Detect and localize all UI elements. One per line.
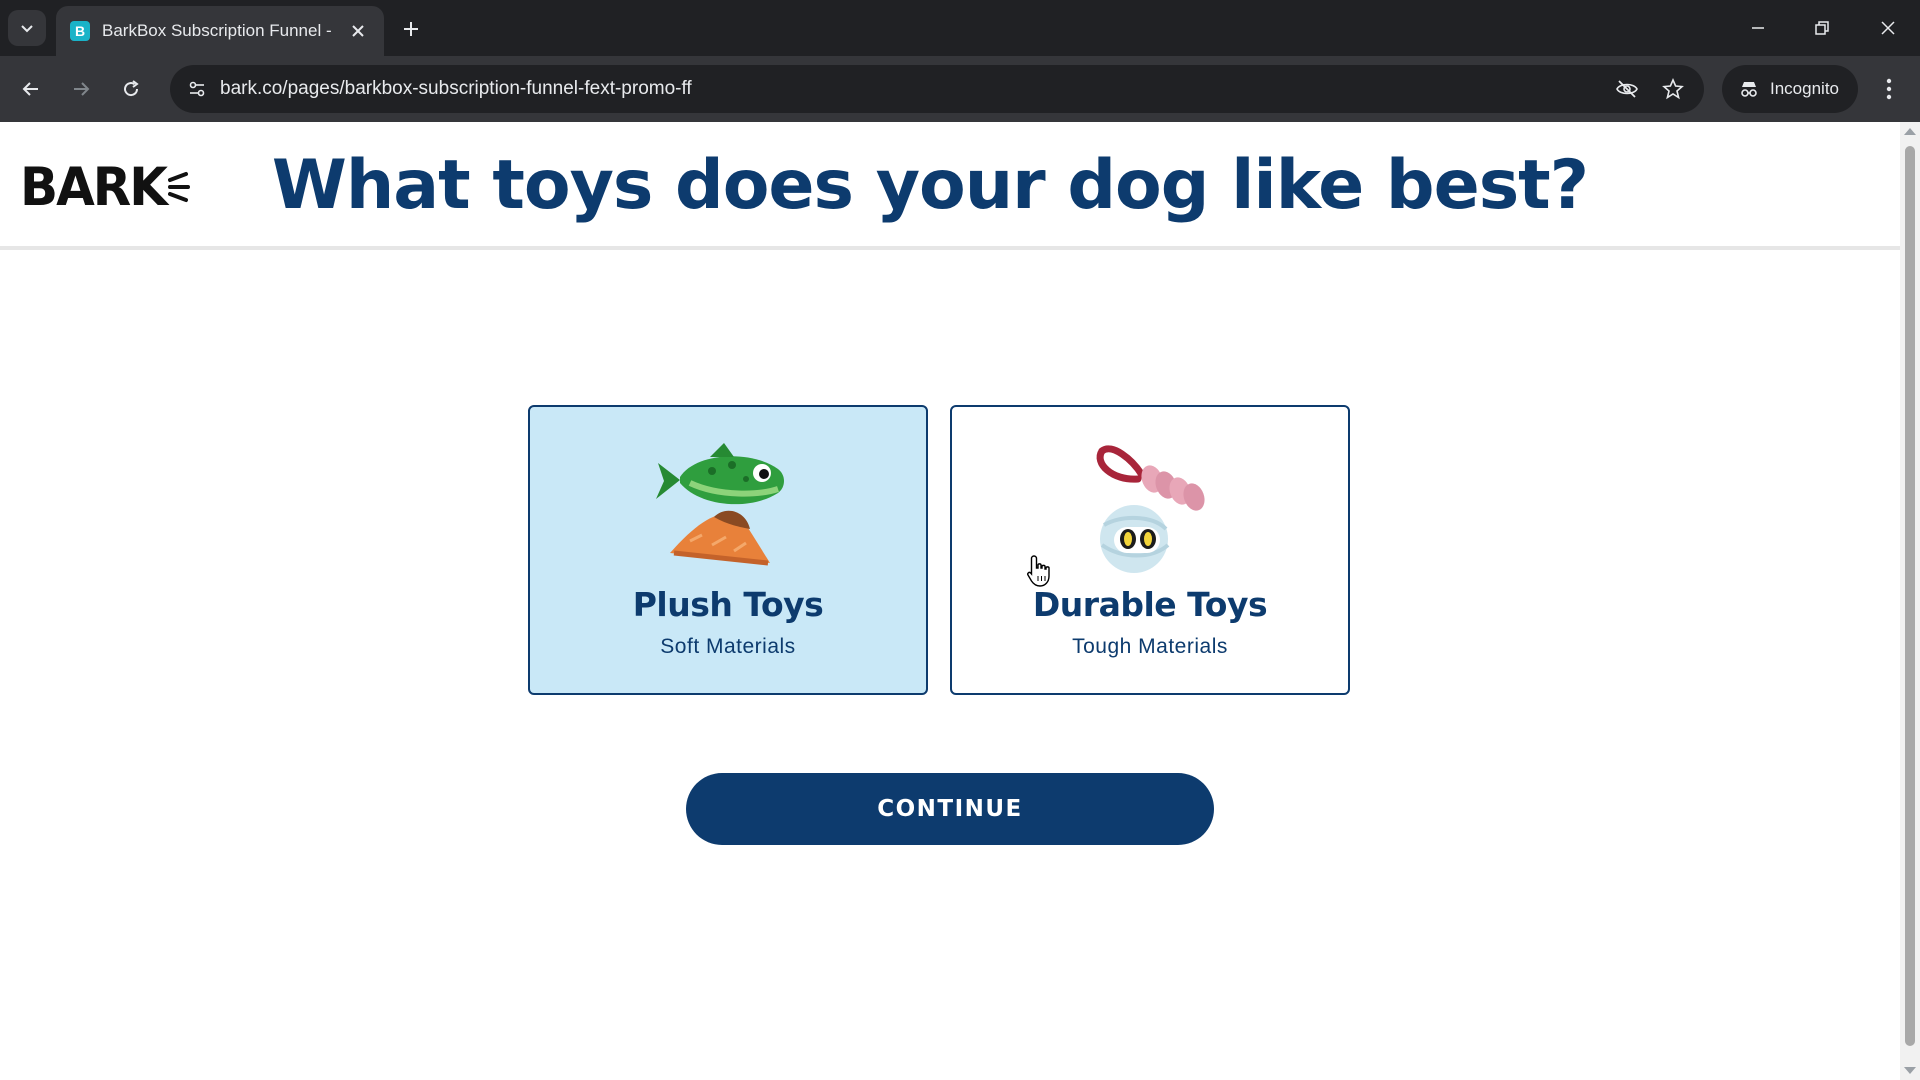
tab-search-button[interactable] — [8, 10, 46, 46]
arrow-right-icon — [74, 82, 90, 96]
star-icon — [1662, 78, 1684, 100]
address-bar[interactable]: bark.co/pages/barkbox-subscription-funne… — [170, 65, 1704, 113]
chevron-down-icon — [21, 25, 33, 33]
incognito-label: Incognito — [1770, 79, 1839, 98]
tab-close-button[interactable] — [346, 19, 370, 43]
tracking-protection-button[interactable] — [1612, 74, 1642, 104]
incognito-icon — [1741, 82, 1757, 97]
page-scrollbar[interactable] — [1900, 122, 1920, 1080]
scroll-up-icon[interactable] — [1904, 128, 1916, 135]
minimize-icon — [1752, 27, 1764, 29]
page-header: BARK What toys does your dog like best? — [0, 122, 1900, 250]
option-title: Durable Toys — [1032, 585, 1268, 624]
url-text[interactable]: bark.co/pages/barkbox-subscription-funne… — [220, 78, 692, 100]
close-icon — [1881, 21, 1895, 35]
tune-icon — [189, 81, 205, 97]
browser-menu-button[interactable] — [1874, 70, 1904, 108]
reload-icon — [124, 80, 139, 97]
option-title: Plush Toys — [632, 585, 824, 624]
scroll-down-icon[interactable] — [1904, 1067, 1916, 1074]
browser-tabstrip: B BarkBox Subscription Funnel - F — [0, 0, 1920, 56]
plus-icon — [404, 22, 418, 36]
plush-toys-icon — [656, 443, 784, 566]
new-tab-button[interactable] — [396, 14, 426, 44]
option-card-plush[interactable]: Plush Toys Soft Materials — [528, 405, 928, 695]
tab-title: BarkBox Subscription Funnel - F — [102, 21, 334, 40]
back-button[interactable] — [12, 70, 50, 108]
bark-favicon-icon: B — [70, 21, 90, 41]
close-window-button[interactable] — [1866, 10, 1910, 46]
forward-button[interactable] — [62, 70, 100, 108]
scroll-thumb[interactable] — [1905, 146, 1915, 1046]
bookmark-button[interactable] — [1658, 74, 1688, 104]
durable-toys-icon — [1096, 445, 1205, 573]
close-icon — [352, 25, 364, 37]
option-subtitle: Soft Materials — [660, 635, 796, 658]
arrow-left-icon — [22, 82, 38, 96]
browser-tab-active[interactable]: B BarkBox Subscription Funnel - F — [56, 6, 384, 56]
reload-button[interactable] — [112, 70, 150, 108]
incognito-indicator[interactable]: Incognito — [1722, 65, 1858, 113]
more-vertical-icon — [1886, 78, 1892, 100]
minimize-button[interactable] — [1736, 10, 1780, 46]
restore-icon — [1815, 21, 1829, 35]
page-title: What toys does your dog like best? — [271, 146, 1589, 225]
continue-button[interactable]: CONTINUE — [686, 773, 1214, 845]
web-page: BARK What toys does your dog like best? — [0, 122, 1900, 1080]
option-subtitle: Tough Materials — [1072, 635, 1228, 658]
restore-button[interactable] — [1800, 10, 1844, 46]
option-card-durable[interactable]: Durable Toys Tough Materials — [950, 405, 1350, 695]
hand-cursor-icon — [1027, 555, 1050, 587]
site-info-button[interactable] — [182, 74, 212, 104]
browser-toolbar: bark.co/pages/barkbox-subscription-funne… — [0, 56, 1920, 122]
toy-options: Plush Toys Soft Materials Durable Toys T… — [528, 405, 1350, 695]
eye-off-icon — [1616, 80, 1638, 98]
